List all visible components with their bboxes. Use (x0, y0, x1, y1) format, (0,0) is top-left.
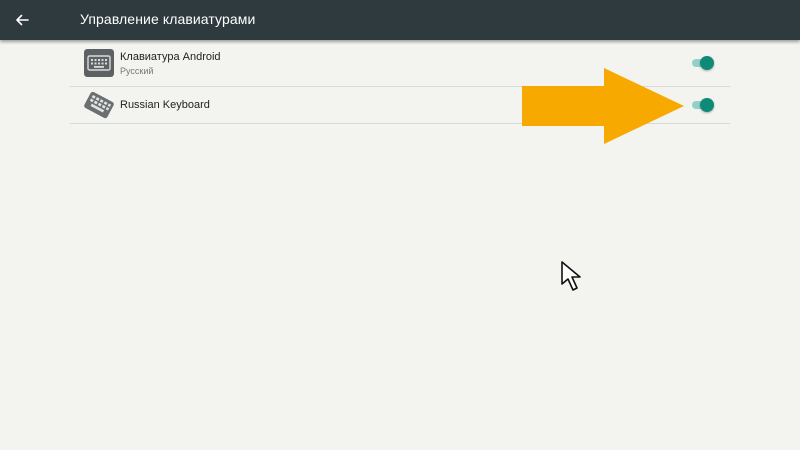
mouse-pointer-icon (561, 261, 581, 291)
annotation-arrow-icon (522, 68, 684, 144)
back-button[interactable] (10, 8, 34, 32)
toggle-thumb (700, 98, 714, 112)
keyboard-tilted-icon (84, 91, 114, 119)
keyboard-icon (84, 49, 114, 77)
keyboard-name: Клавиатура Android (120, 51, 221, 63)
toggle-thumb (700, 56, 714, 70)
keyboard-name: Russian Keyboard (120, 99, 210, 111)
enable-toggle-russian-keyboard[interactable] (690, 98, 714, 112)
app-bar: Управление клавиатурами (0, 0, 800, 40)
page-title: Управление клавиатурами (80, 11, 256, 27)
arrow-left-icon (16, 14, 29, 26)
enable-toggle-android-keyboard[interactable] (690, 56, 714, 70)
keyboard-language: Русский (120, 66, 154, 76)
